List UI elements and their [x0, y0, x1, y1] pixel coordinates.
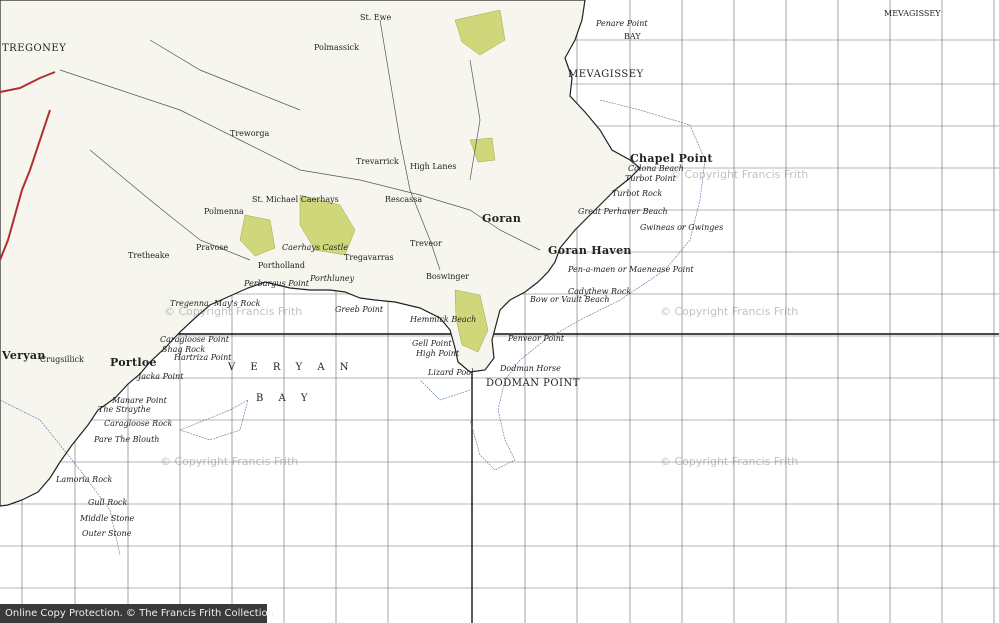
place-label-caragloose-rock: Caragloose Rock	[104, 419, 173, 428]
place-label-penare-point: Penare Point	[596, 19, 648, 28]
place-label-lizard-pool: Lizard Pool	[428, 368, 474, 377]
place-label-the-straythe: The Straythe	[98, 405, 151, 414]
place-label-st-michael-caerhays: St. Michael Caerhays	[252, 195, 339, 204]
place-label-hemmick: Hemmick Beach	[410, 315, 477, 324]
map-canvas[interactable]: TREGONEY MEVAGISSEY MEVAGISSEY BAY Penare Po…	[0, 0, 999, 623]
place-label-polmassick: Polmassick	[314, 43, 359, 52]
place-label-goran: Goran	[482, 212, 522, 225]
place-label-turbot-rock: Turbot Rock	[612, 189, 663, 198]
place-label-high-point: High Point	[416, 349, 460, 358]
place-label-mevagissey-bay-2: BAY	[624, 32, 641, 41]
place-label-mevagissey: MEVAGISSEY	[568, 69, 644, 80]
watermark: © Copyright Francis Frith	[660, 455, 799, 468]
land-mass	[0, 0, 641, 507]
place-label-middle-stone: Middle Stone	[80, 514, 135, 523]
place-label-manare-point: Manare Point	[112, 396, 167, 405]
place-label-gull-rock: Gull Rock	[88, 498, 128, 507]
place-label-trevarrick: Trevarrick	[356, 157, 399, 166]
place-label-rescassa: Rescassa	[385, 195, 423, 204]
place-label-gell-point: Gell Point	[412, 339, 452, 348]
place-label-turbot-point: Turbot Point	[625, 174, 676, 183]
watermark: © Copyright Francis Frith	[164, 305, 303, 318]
place-label-penveor: Penveor Point	[508, 334, 565, 343]
place-label-crugsillick: Crugsillick	[40, 355, 84, 364]
place-label-mevagissey-bay-1: MEVAGISSEY	[884, 9, 941, 18]
place-label-great-perhaver: Great Perhaver Beach	[578, 207, 668, 216]
place-label-porthluney: Porthluney	[310, 274, 355, 283]
place-label-goran-haven: Goran Haven	[548, 244, 632, 257]
watermark: © Copyright Francis Frith	[660, 305, 799, 318]
place-label-greeb-point: Greeb Point	[335, 305, 384, 314]
place-label-outer-stone: Outer Stone	[82, 529, 132, 538]
place-label-blouth: Pare The Blouth	[94, 435, 160, 444]
place-label-boswinger: Boswinger	[426, 272, 470, 281]
sea-name-bay: B A Y	[256, 393, 314, 404]
place-label-jacka-point: Jacka Point	[138, 372, 184, 381]
place-label-high-lanes: High Lanes	[410, 162, 457, 171]
place-label-portloe: Portloe	[110, 356, 157, 369]
watermark: © Copyright Francis Frith	[670, 168, 809, 181]
place-label-tregavarras: Tregavarras	[344, 253, 394, 262]
map-graphics	[0, 0, 999, 623]
place-label-caragloose-point: Caragloose Point	[160, 335, 229, 344]
place-label-tregony-road: Treworga	[230, 129, 270, 138]
copyright-footer: Online Copy Protection. © The Francis Fr…	[0, 604, 274, 623]
place-label-hartriza: Hartriza Point	[174, 353, 232, 362]
place-label-st-ewe: St. Ewe	[360, 13, 392, 22]
place-label-treveor: Treveor	[410, 239, 442, 248]
place-label-tregoney: TREGONEY	[2, 43, 67, 54]
place-label-gwineas: Gwineas or Gwinges	[640, 223, 724, 232]
place-label-caerhays-castle: Caerhays Castle	[282, 243, 349, 252]
place-label-pravose: Pravose	[196, 243, 229, 252]
place-label-bow-or-vault: Bow or Vault Beach	[530, 295, 610, 304]
place-label-dodman-horse: Dodman Horse	[500, 364, 561, 373]
sea-name-veryan: V E R Y A N	[228, 362, 355, 373]
place-label-portholland: Portholland	[258, 261, 306, 270]
place-label-perbargus: Perbargus Point	[244, 279, 310, 288]
place-label-tretheake: Tretheake	[128, 251, 170, 260]
watermark: © Copyright Francis Frith	[160, 455, 299, 468]
place-label-dodman-point: DODMAN POINT	[486, 378, 580, 389]
place-label-polmenna: Polmenna	[204, 207, 244, 216]
place-label-chapel-point: Chapel Point	[630, 152, 713, 165]
place-label-pen-a-maen: Pen-a-maen or Maenease Point	[568, 265, 694, 274]
place-label-lamoria: Lamoria Rock	[56, 475, 113, 484]
